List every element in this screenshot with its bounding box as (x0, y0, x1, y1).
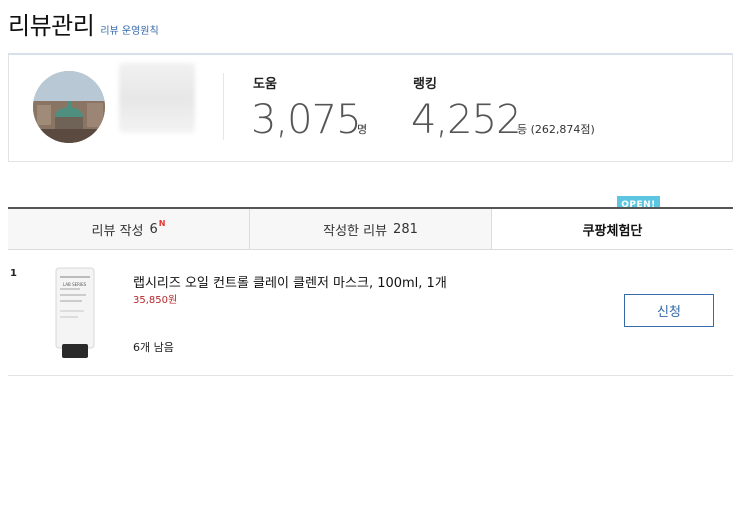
rank-detail: 등 (262,874점) (517, 123, 595, 136)
tab-write-review-label: 리뷰 작성 (91, 223, 144, 239)
review-policy-link[interactable]: 리뷰 운영원칙 (100, 22, 158, 37)
help-unit: 명 (357, 123, 368, 136)
new-badge: N (158, 218, 166, 228)
help-label: 도움 (253, 77, 277, 92)
tab-coupang-trial-label: 쿠팡체험단 (582, 223, 643, 239)
product-price: 35,850원 (133, 295, 178, 306)
remaining-count: 6개 남음 (133, 341, 174, 354)
help-count: 3,075 (251, 97, 362, 143)
item-index: 1 (10, 268, 17, 279)
tab-coupang-trial[interactable]: 쿠팡체험단 (492, 209, 733, 249)
avatar-photo-icon (33, 71, 105, 143)
tab-written-reviews[interactable]: 작성한 리뷰 281 (250, 209, 492, 249)
tab-write-review-count: 6 (149, 221, 158, 237)
profile-divider (223, 73, 224, 140)
thumb-brand: LAB SERIES (63, 282, 87, 287)
review-tabs: 리뷰 작성 6 N 작성한 리뷰 281 쿠팡체험단 (8, 207, 733, 250)
product-thumbnail-icon[interactable]: LAB SERIES (50, 266, 100, 360)
product-title[interactable]: 랩시리즈 오일 컨트롤 클레이 클렌저 마스크, 100ml, 1개 (133, 272, 447, 291)
tab-written-reviews-label: 작성한 리뷰 (323, 223, 388, 239)
blurred-username (119, 63, 195, 133)
list-item: 1 LAB SERIES 랩시리즈 오일 컨트롤 클레이 클렌저 마스크, 10… (8, 258, 733, 376)
apply-button[interactable]: 신청 (624, 294, 714, 327)
page-header: 리뷰관리 리뷰 운영원칙 (8, 6, 159, 46)
profile-summary: 도움 3,075 명 랭킹 4,252 등 (262,874점) (8, 55, 733, 162)
avatar[interactable] (33, 71, 105, 143)
rank-label: 랭킹 (413, 77, 437, 92)
tab-write-review[interactable]: 리뷰 작성 6 N (8, 209, 250, 249)
page-title: 리뷰관리 (8, 12, 95, 40)
rank-number: 4,252 (411, 97, 522, 143)
tab-written-reviews-count: 281 (393, 221, 418, 237)
